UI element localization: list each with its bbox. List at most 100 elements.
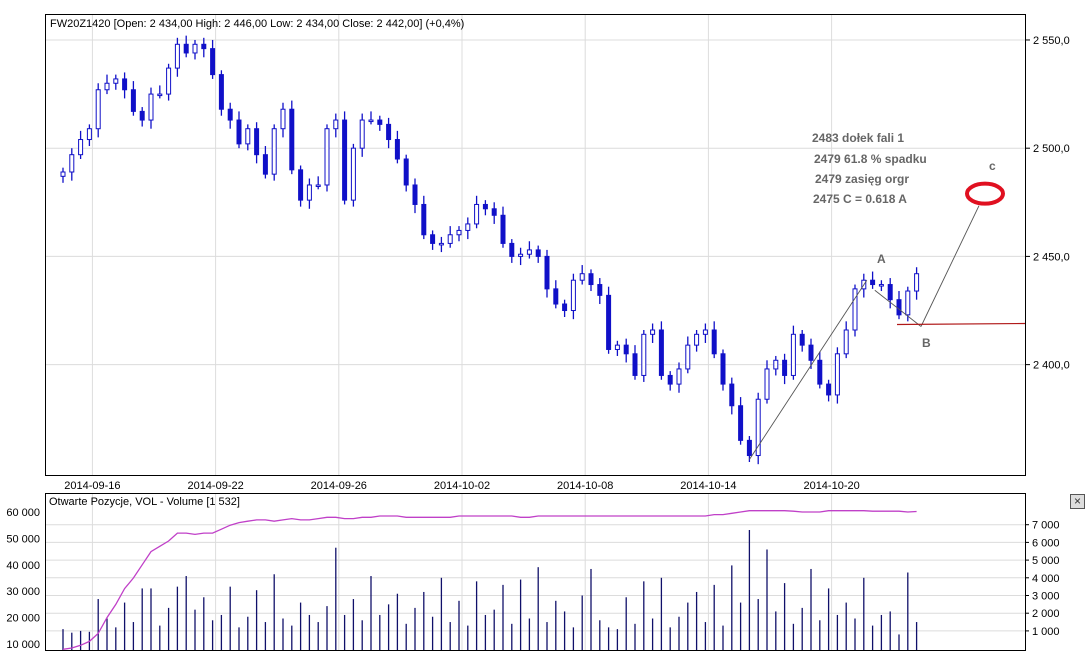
candle-bearish bbox=[403, 158, 409, 186]
candle-bearish bbox=[720, 353, 726, 385]
candle-bearish bbox=[289, 108, 295, 171]
date-axis: 2014-09-16 2014-09-22 2014-09-26 2014-10-02… bbox=[64, 480, 859, 492]
candle-bullish bbox=[685, 344, 691, 370]
candle-bearish bbox=[782, 359, 788, 376]
price-panel-title: FW20Z1420 [Open: 2 434,00 High: 2 446,00… bbox=[50, 18, 464, 30]
close-panel-icon[interactable]: × bbox=[1070, 494, 1085, 509]
candle-bearish bbox=[896, 299, 902, 316]
price-grid bbox=[45, 14, 1025, 651]
annotation-note: 2475 C = 0.618 A bbox=[813, 192, 907, 206]
candle-bearish bbox=[667, 374, 673, 385]
price-tick-label: 2 550,0 bbox=[1033, 35, 1070, 47]
candle-bullish bbox=[465, 223, 471, 231]
open-interest-tick-label: 50 000 bbox=[6, 533, 40, 545]
candle-bullish bbox=[878, 284, 884, 287]
candle-bullish bbox=[676, 368, 682, 385]
candle-bullish bbox=[192, 43, 198, 54]
candle-bearish bbox=[623, 344, 629, 355]
volume-bars bbox=[62, 530, 918, 650]
candle-bullish bbox=[174, 43, 180, 69]
candle-bearish bbox=[500, 214, 506, 244]
candle-bearish bbox=[139, 110, 145, 121]
candle-bullish bbox=[852, 288, 858, 331]
candle-bearish bbox=[227, 108, 233, 121]
candle-bullish bbox=[333, 119, 339, 130]
candle-bearish bbox=[799, 333, 805, 346]
wave-label-c: c bbox=[989, 159, 996, 173]
open-interest-tick-label: 40 000 bbox=[6, 560, 40, 572]
price-panel-frame bbox=[45, 14, 1026, 476]
candle-bullish bbox=[790, 333, 796, 376]
candle-bearish bbox=[421, 203, 427, 236]
date-tick-label: 2014-10-20 bbox=[803, 480, 859, 492]
candle-bullish bbox=[570, 279, 576, 312]
candle-bearish bbox=[183, 43, 189, 54]
candle-bearish bbox=[597, 284, 603, 296]
candle-bearish bbox=[210, 48, 216, 76]
candle-bearish bbox=[711, 329, 717, 355]
candle-bearish bbox=[632, 353, 638, 376]
volume-tick-label: 3 000 bbox=[1032, 591, 1060, 603]
volume-tick-label: 2 000 bbox=[1032, 608, 1060, 620]
open-interest-tick-label: 20 000 bbox=[6, 613, 40, 625]
candle-bullish bbox=[157, 93, 163, 97]
candle-bearish bbox=[254, 128, 260, 156]
candle-bearish bbox=[658, 329, 664, 376]
wave-annotations: A Bc 2483 dołek fali 1 2479 61.8 % spadku 24… bbox=[749, 131, 1026, 460]
wave-line-b-c bbox=[920, 205, 980, 327]
candle-bullish bbox=[78, 139, 84, 156]
candle-bearish bbox=[887, 284, 893, 301]
date-tick-label: 2014-09-26 bbox=[311, 480, 367, 492]
candle-bearish bbox=[738, 405, 744, 441]
volume-panel-title: Otwarte Pozycje, VOL - Volume [1 532] bbox=[49, 496, 240, 508]
candle-bullish bbox=[905, 290, 911, 316]
candle-bearish bbox=[412, 184, 418, 205]
candle-bearish bbox=[826, 383, 832, 396]
candle-bullish bbox=[764, 368, 770, 400]
wave-label-a: A bbox=[877, 252, 886, 266]
candle-bearish bbox=[430, 234, 436, 244]
candle-bullish bbox=[694, 333, 700, 346]
candle-bullish bbox=[843, 329, 849, 355]
candle-bullish bbox=[359, 119, 365, 149]
candle-bullish bbox=[60, 171, 66, 177]
candle-bearish bbox=[509, 242, 515, 257]
candle-bearish bbox=[386, 123, 392, 141]
candle-bearish bbox=[544, 255, 550, 290]
candle-bearish bbox=[553, 288, 559, 305]
candle-bearish bbox=[588, 273, 594, 286]
volume-axis: 1 000 2 000 3 000 4 000 5 000 6 000 7 000 bbox=[1025, 520, 1060, 638]
volume-tick-label: 1 000 bbox=[1032, 626, 1060, 638]
date-tick-label: 2014-10-02 bbox=[434, 480, 490, 492]
candle-bearish bbox=[342, 119, 348, 201]
candle-bearish bbox=[377, 119, 383, 125]
candle-bullish bbox=[650, 329, 656, 335]
candle-bullish bbox=[271, 128, 277, 175]
annotation-note: 2483 dołek fali 1 bbox=[812, 131, 904, 145]
open-interest-tick-label: 10 000 bbox=[6, 639, 40, 651]
chart-canvas: A Bc 2483 dołek fali 1 2479 61.8 % spadku 24… bbox=[6, 14, 1070, 651]
candle-bearish bbox=[201, 43, 207, 50]
candle-bullish bbox=[773, 359, 779, 370]
candle-bullish bbox=[148, 93, 154, 121]
volume-tick-label: 4 000 bbox=[1032, 573, 1060, 585]
candle-bullish bbox=[69, 154, 75, 173]
candle-bullish bbox=[315, 184, 321, 187]
candle-bearish bbox=[394, 139, 400, 160]
wave-label-b: B bbox=[922, 336, 931, 350]
price-axis: 2 550,0 2 500,0 2 450,0 2 400,0 bbox=[1025, 35, 1070, 372]
candle-bullish bbox=[614, 344, 620, 350]
date-tick-label: 2014-10-14 bbox=[680, 480, 736, 492]
annotation-note: 2479 61.8 % spadku bbox=[814, 152, 927, 166]
candle-bullish bbox=[579, 273, 585, 281]
candle-bearish bbox=[535, 249, 541, 257]
candle-bullish bbox=[350, 147, 356, 201]
date-tick-label: 2014-10-08 bbox=[557, 480, 613, 492]
candle-bearish bbox=[262, 154, 268, 175]
candle-bullish bbox=[438, 242, 444, 246]
candle-bullish bbox=[914, 273, 920, 292]
candle-bullish bbox=[245, 128, 251, 145]
candle-bearish bbox=[218, 74, 224, 110]
candle-bearish bbox=[130, 89, 136, 112]
candle-bearish bbox=[491, 208, 497, 216]
